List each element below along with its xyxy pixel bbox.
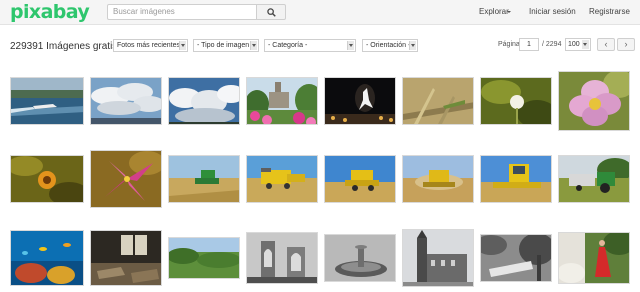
image-thumbnail-harvester-2[interactable] bbox=[246, 155, 318, 203]
chevron-down-icon bbox=[507, 11, 511, 13]
image-thumbnail-town-hall[interactable] bbox=[402, 229, 474, 287]
image-thumbnail-harvester-3[interactable] bbox=[324, 155, 396, 203]
chevron-down-icon bbox=[409, 41, 416, 50]
image-thumbnail-pink-flower[interactable] bbox=[558, 71, 630, 131]
image-type-select-value: - Tipo de imagen - bbox=[197, 42, 254, 49]
image-thumbnail-cumulus[interactable] bbox=[168, 77, 240, 125]
orientation-select[interactable]: - Orientación - bbox=[362, 39, 418, 52]
page-label: Página bbox=[498, 41, 520, 48]
fountain-image bbox=[325, 235, 395, 281]
tractor-image bbox=[559, 156, 629, 202]
order-select-value: Fotos más recientes bbox=[117, 42, 181, 49]
pink-lily-image bbox=[91, 151, 161, 207]
woman-garden-image bbox=[559, 233, 629, 283]
image-thumbnail-pink-lily[interactable] bbox=[90, 150, 162, 208]
coral-reef-image bbox=[11, 231, 83, 285]
image-thumbnail-church-ruins[interactable] bbox=[246, 232, 318, 284]
grass-image bbox=[403, 78, 473, 124]
yellow-harvester-image bbox=[247, 156, 317, 202]
per-page-value: 100 bbox=[568, 41, 580, 48]
next-page-button[interactable]: › bbox=[617, 38, 635, 51]
chevron-down-icon bbox=[582, 40, 589, 49]
image-thumbnail-woman-garden[interactable] bbox=[558, 232, 630, 284]
castle-garden-image bbox=[247, 78, 317, 124]
speedboat-image bbox=[11, 78, 83, 124]
image-thumbnail-dancer[interactable] bbox=[324, 77, 396, 125]
church-ruins-image bbox=[247, 233, 317, 283]
result-count: 229391 Imágenes gratis bbox=[10, 41, 118, 52]
chevron-down-icon bbox=[347, 41, 354, 50]
search-input[interactable]: Buscar imágenes bbox=[107, 4, 257, 20]
image-thumbnail-orange-bud[interactable] bbox=[10, 155, 84, 203]
order-select[interactable]: Fotos más recientes bbox=[113, 39, 188, 52]
image-thumbnail-coral-reef[interactable] bbox=[10, 230, 84, 286]
top-navbar: pixabay Buscar imágenes Explorar Iniciar… bbox=[0, 0, 640, 25]
category-select-value: - Categoría - bbox=[268, 42, 308, 49]
harvester-sky-image bbox=[325, 156, 395, 202]
dancer-image bbox=[325, 78, 395, 124]
orange-bud-image bbox=[11, 156, 83, 202]
pixabay-logo[interactable]: pixabay bbox=[10, 1, 90, 23]
chevron-down-icon bbox=[250, 41, 257, 50]
image-thumbnail-green-hills[interactable] bbox=[168, 237, 240, 279]
page-number-input[interactable]: 1 bbox=[519, 38, 539, 51]
cumulus-image bbox=[169, 78, 239, 124]
image-thumbnail-castle-garden[interactable] bbox=[246, 77, 318, 125]
town-hall-image bbox=[403, 230, 473, 286]
abandoned-room-image bbox=[91, 231, 161, 285]
dandelion-image bbox=[481, 78, 551, 124]
nav-register-link[interactable]: Registrarse bbox=[589, 7, 630, 17]
image-thumbnail-harvester-5[interactable] bbox=[480, 155, 552, 203]
nav-explore-menu[interactable]: Explorar bbox=[479, 7, 509, 17]
prev-page-button[interactable]: ‹ bbox=[597, 38, 615, 51]
image-thumbnail-fountain[interactable] bbox=[324, 234, 396, 282]
image-thumbnail-dandelion[interactable] bbox=[480, 77, 552, 125]
image-thumbnail-grass[interactable] bbox=[402, 77, 474, 125]
wooden-sign-image bbox=[481, 235, 551, 281]
image-thumbnail-tractor[interactable] bbox=[558, 155, 630, 203]
image-thumbnail-harvester-4[interactable] bbox=[402, 155, 474, 203]
image-thumbnail-clouds[interactable] bbox=[90, 77, 162, 125]
search-icon bbox=[267, 8, 276, 17]
chevron-left-icon: ‹ bbox=[604, 39, 608, 49]
image-thumbnail-wooden-sign[interactable] bbox=[480, 234, 552, 282]
image-thumbnail-abandoned-room[interactable] bbox=[90, 230, 162, 286]
page-total: / 2294 bbox=[542, 41, 562, 48]
harvester-front-image bbox=[481, 156, 551, 202]
search-button[interactable] bbox=[256, 4, 286, 20]
category-select[interactable]: - Categoría - bbox=[264, 39, 356, 52]
per-page-select[interactable]: 100 bbox=[565, 38, 591, 51]
nav-login-link[interactable]: Iniciar sesión bbox=[529, 7, 576, 17]
image-thumbnail-harvester-1[interactable] bbox=[168, 155, 240, 203]
orientation-select-value: - Orientación - bbox=[366, 42, 411, 49]
harvester-dust-image bbox=[403, 156, 473, 202]
clouds-image bbox=[91, 78, 161, 124]
image-thumbnail-speedboat[interactable] bbox=[10, 77, 84, 125]
chevron-right-icon: › bbox=[624, 39, 628, 49]
harvester-image bbox=[169, 156, 239, 202]
green-hills-image bbox=[169, 238, 239, 278]
image-type-select[interactable]: - Tipo de imagen - bbox=[193, 39, 259, 52]
chevron-down-icon bbox=[179, 41, 186, 50]
pink-flower-image bbox=[559, 72, 629, 130]
